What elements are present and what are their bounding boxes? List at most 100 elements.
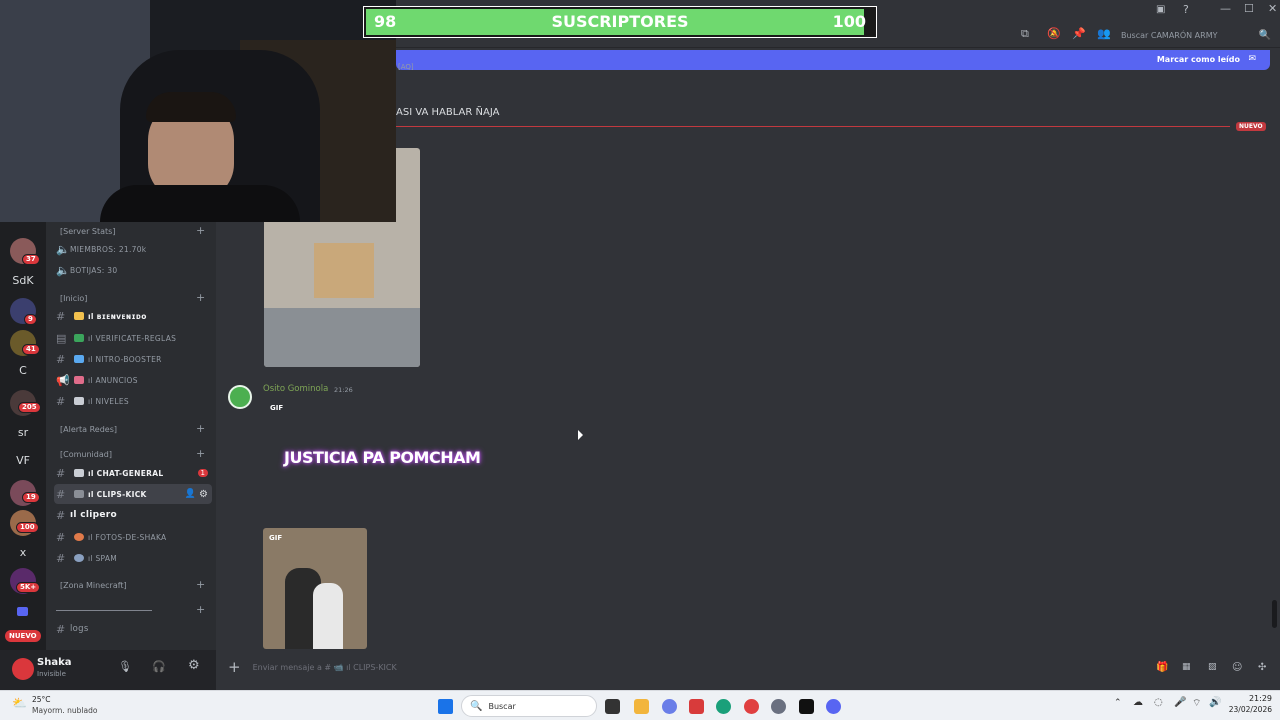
stat-botijas: 🔈 BOTIJAS: 30 — [54, 260, 212, 280]
channel-clipero[interactable]: # ıl clipero — [54, 505, 212, 525]
add-channel-icon[interactable]: + — [196, 603, 205, 616]
check-emoji-icon — [74, 334, 84, 342]
channel-logs[interactable]: # logs — [54, 619, 212, 639]
mention-badge: 1 — [197, 469, 208, 477]
server-icon[interactable]: 100 — [10, 510, 39, 536]
avatar[interactable] — [12, 658, 34, 680]
category-comunidad[interactable]: [Comunidad] — [60, 450, 112, 459]
server-icon[interactable]: C — [4, 364, 42, 377]
mute-bell-icon[interactable]: 🔕 — [1047, 27, 1061, 40]
new-divider-line — [396, 126, 1230, 127]
invite-icon[interactable]: 👤 — [185, 489, 196, 499]
gif-picker-icon[interactable]: ▦ — [1182, 662, 1191, 672]
add-channel-icon[interactable]: + — [196, 224, 205, 237]
add-channel-icon[interactable]: + — [196, 291, 205, 304]
gif-attachment[interactable]: GIF — [263, 528, 367, 649]
edge-icon[interactable] — [716, 699, 731, 714]
box-illustration — [314, 243, 374, 298]
server-icon[interactable]: 9 — [10, 298, 37, 325]
channel-anuncios[interactable]: 📢 ıl ANUNCIOS — [54, 370, 212, 390]
chrome-icon[interactable] — [744, 699, 759, 714]
new-unreads-pill[interactable]: NUEVO — [5, 630, 41, 642]
mark-read-icon: ✉ — [1248, 54, 1256, 64]
task-view-icon[interactable] — [605, 699, 620, 714]
channel-fotos-de-shaka[interactable]: # ıl FOTOS-DE-SHAKA — [54, 527, 212, 547]
gift-icon[interactable]: 🎁 — [1156, 662, 1168, 673]
hash-icon: # — [56, 622, 66, 636]
emoji-icon[interactable]: ☺ — [1232, 662, 1242, 673]
office-icon[interactable] — [689, 699, 704, 714]
server-icon[interactable]: 41 — [10, 330, 40, 356]
folder-icon[interactable] — [17, 607, 28, 616]
tray-chevron-icon[interactable]: ⌃ — [1114, 698, 1122, 708]
microphone-icon[interactable]: 🎙 — [118, 660, 132, 673]
server-icon[interactable]: x — [4, 546, 42, 559]
mouse-cursor — [578, 430, 583, 440]
settings-app-icon[interactable] — [771, 699, 786, 714]
channel-spam[interactable]: # ıl SPAM — [54, 548, 212, 568]
help-icon[interactable]: ? — [1183, 3, 1189, 16]
username: Shaka — [37, 657, 72, 668]
start-icon[interactable] — [438, 699, 453, 714]
hash-icon: # — [56, 487, 66, 501]
new-messages-banner[interactable]: [AQ] Marcar como leído ✉ — [396, 50, 1270, 71]
subscriber-goal-bar: 98 SUSCRIPTORES 100 — [363, 6, 877, 38]
onedrive-icon[interactable]: ☁ — [1133, 697, 1143, 708]
members-icon[interactable]: 👥 — [1097, 27, 1111, 40]
file-explorer-icon[interactable] — [634, 699, 649, 714]
author-avatar[interactable] — [228, 385, 252, 409]
channel-clips-kick[interactable]: # ıl CLIPS-KICK 👤 ⚙ — [54, 484, 212, 504]
mic-tray-icon[interactable]: 🎤 — [1174, 697, 1186, 708]
category-server-stats[interactable]: [Server Stats] — [60, 227, 115, 236]
taskbar-search[interactable]: 🔍 Buscar — [461, 695, 597, 717]
volume-icon[interactable]: 🔊 — [1209, 697, 1221, 708]
add-channel-icon[interactable]: + — [196, 578, 205, 591]
apps-icon[interactable]: ✣ — [1258, 662, 1266, 673]
floor-illustration — [264, 308, 420, 367]
clock-time[interactable]: 21:29 — [1236, 694, 1272, 703]
scrollbar[interactable] — [1272, 600, 1277, 628]
wifi-icon[interactable]: ⌔ — [1192, 697, 1201, 710]
add-attachment-icon[interactable]: + — [228, 658, 241, 676]
inbox-icon[interactable]: ▣ — [1156, 4, 1165, 15]
channel-verificate-reglas[interactable]: ▤ ıl VERIFICATE-REGLAS — [54, 328, 212, 348]
category-inicio[interactable]: [Inicio] — [60, 294, 87, 303]
server-icon[interactable]: 19 — [10, 480, 40, 506]
settings-icon[interactable]: ⚙ — [188, 658, 200, 673]
shirt-illustration — [100, 185, 300, 222]
message-input[interactable]: Enviar mensaje a # 📹 ıl CLIPS-KICK — [253, 663, 397, 672]
gem-emoji-icon — [74, 355, 84, 363]
server-icon[interactable]: VF — [4, 454, 42, 467]
server-icon[interactable]: 5K+ — [10, 568, 41, 594]
minimize-icon[interactable]: — — [1220, 2, 1231, 15]
headphones-icon[interactable]: 🎧 — [152, 660, 166, 673]
threads-icon[interactable]: ⧉ — [1021, 27, 1029, 41]
search-input[interactable]: Buscar CAMARÓN ARMY 🔍 — [1121, 26, 1271, 44]
channel-chat-general[interactable]: # ıl CHAT-GENERAL 1 — [54, 463, 212, 483]
gear-icon[interactable]: ⚙ — [199, 489, 208, 500]
server-icon[interactable]: SdK — [4, 274, 42, 287]
channel-nitro-booster[interactable]: # ıl NITRO-BOOSTER — [54, 349, 212, 369]
mark-read-button[interactable]: Marcar como leído — [1157, 55, 1240, 64]
copilot-icon[interactable] — [662, 699, 677, 714]
channel-label: ıl NIVELES — [88, 396, 129, 406]
maximize-icon[interactable]: ☐ — [1244, 2, 1254, 15]
gif-text[interactable]: JUSTICIA PA POMCHAM — [284, 448, 481, 467]
message-author[interactable]: Osito Gominola — [263, 384, 328, 394]
sticker-icon[interactable]: ▨ — [1208, 662, 1217, 672]
capcut-icon[interactable] — [799, 699, 814, 714]
tray-app-icon[interactable]: ◌ — [1154, 697, 1163, 708]
server-icon[interactable]: sr — [4, 426, 42, 439]
add-channel-icon[interactable]: + — [196, 447, 205, 460]
server-icon[interactable]: 205 — [10, 390, 41, 416]
server-icon[interactable]: 37 — [10, 238, 40, 265]
category-zona-minecraft[interactable]: [Zona Minecraft] — [60, 581, 127, 590]
pin-icon[interactable]: 📌 — [1072, 27, 1086, 40]
channel-niveles[interactable]: # ıl NIVELES — [54, 391, 212, 411]
discord-app-icon[interactable] — [826, 699, 841, 714]
clock-date[interactable]: 23/02/2026 — [1226, 705, 1272, 714]
category-alerta-redes[interactable]: [Alerta Redes] — [60, 425, 117, 434]
add-channel-icon[interactable]: + — [196, 422, 205, 435]
channel-bienvenido[interactable]: # ıl ʙɪᴇɴᴠᴇɴɪᴅᴏ — [54, 306, 212, 326]
close-icon[interactable]: ✕ — [1268, 2, 1277, 15]
